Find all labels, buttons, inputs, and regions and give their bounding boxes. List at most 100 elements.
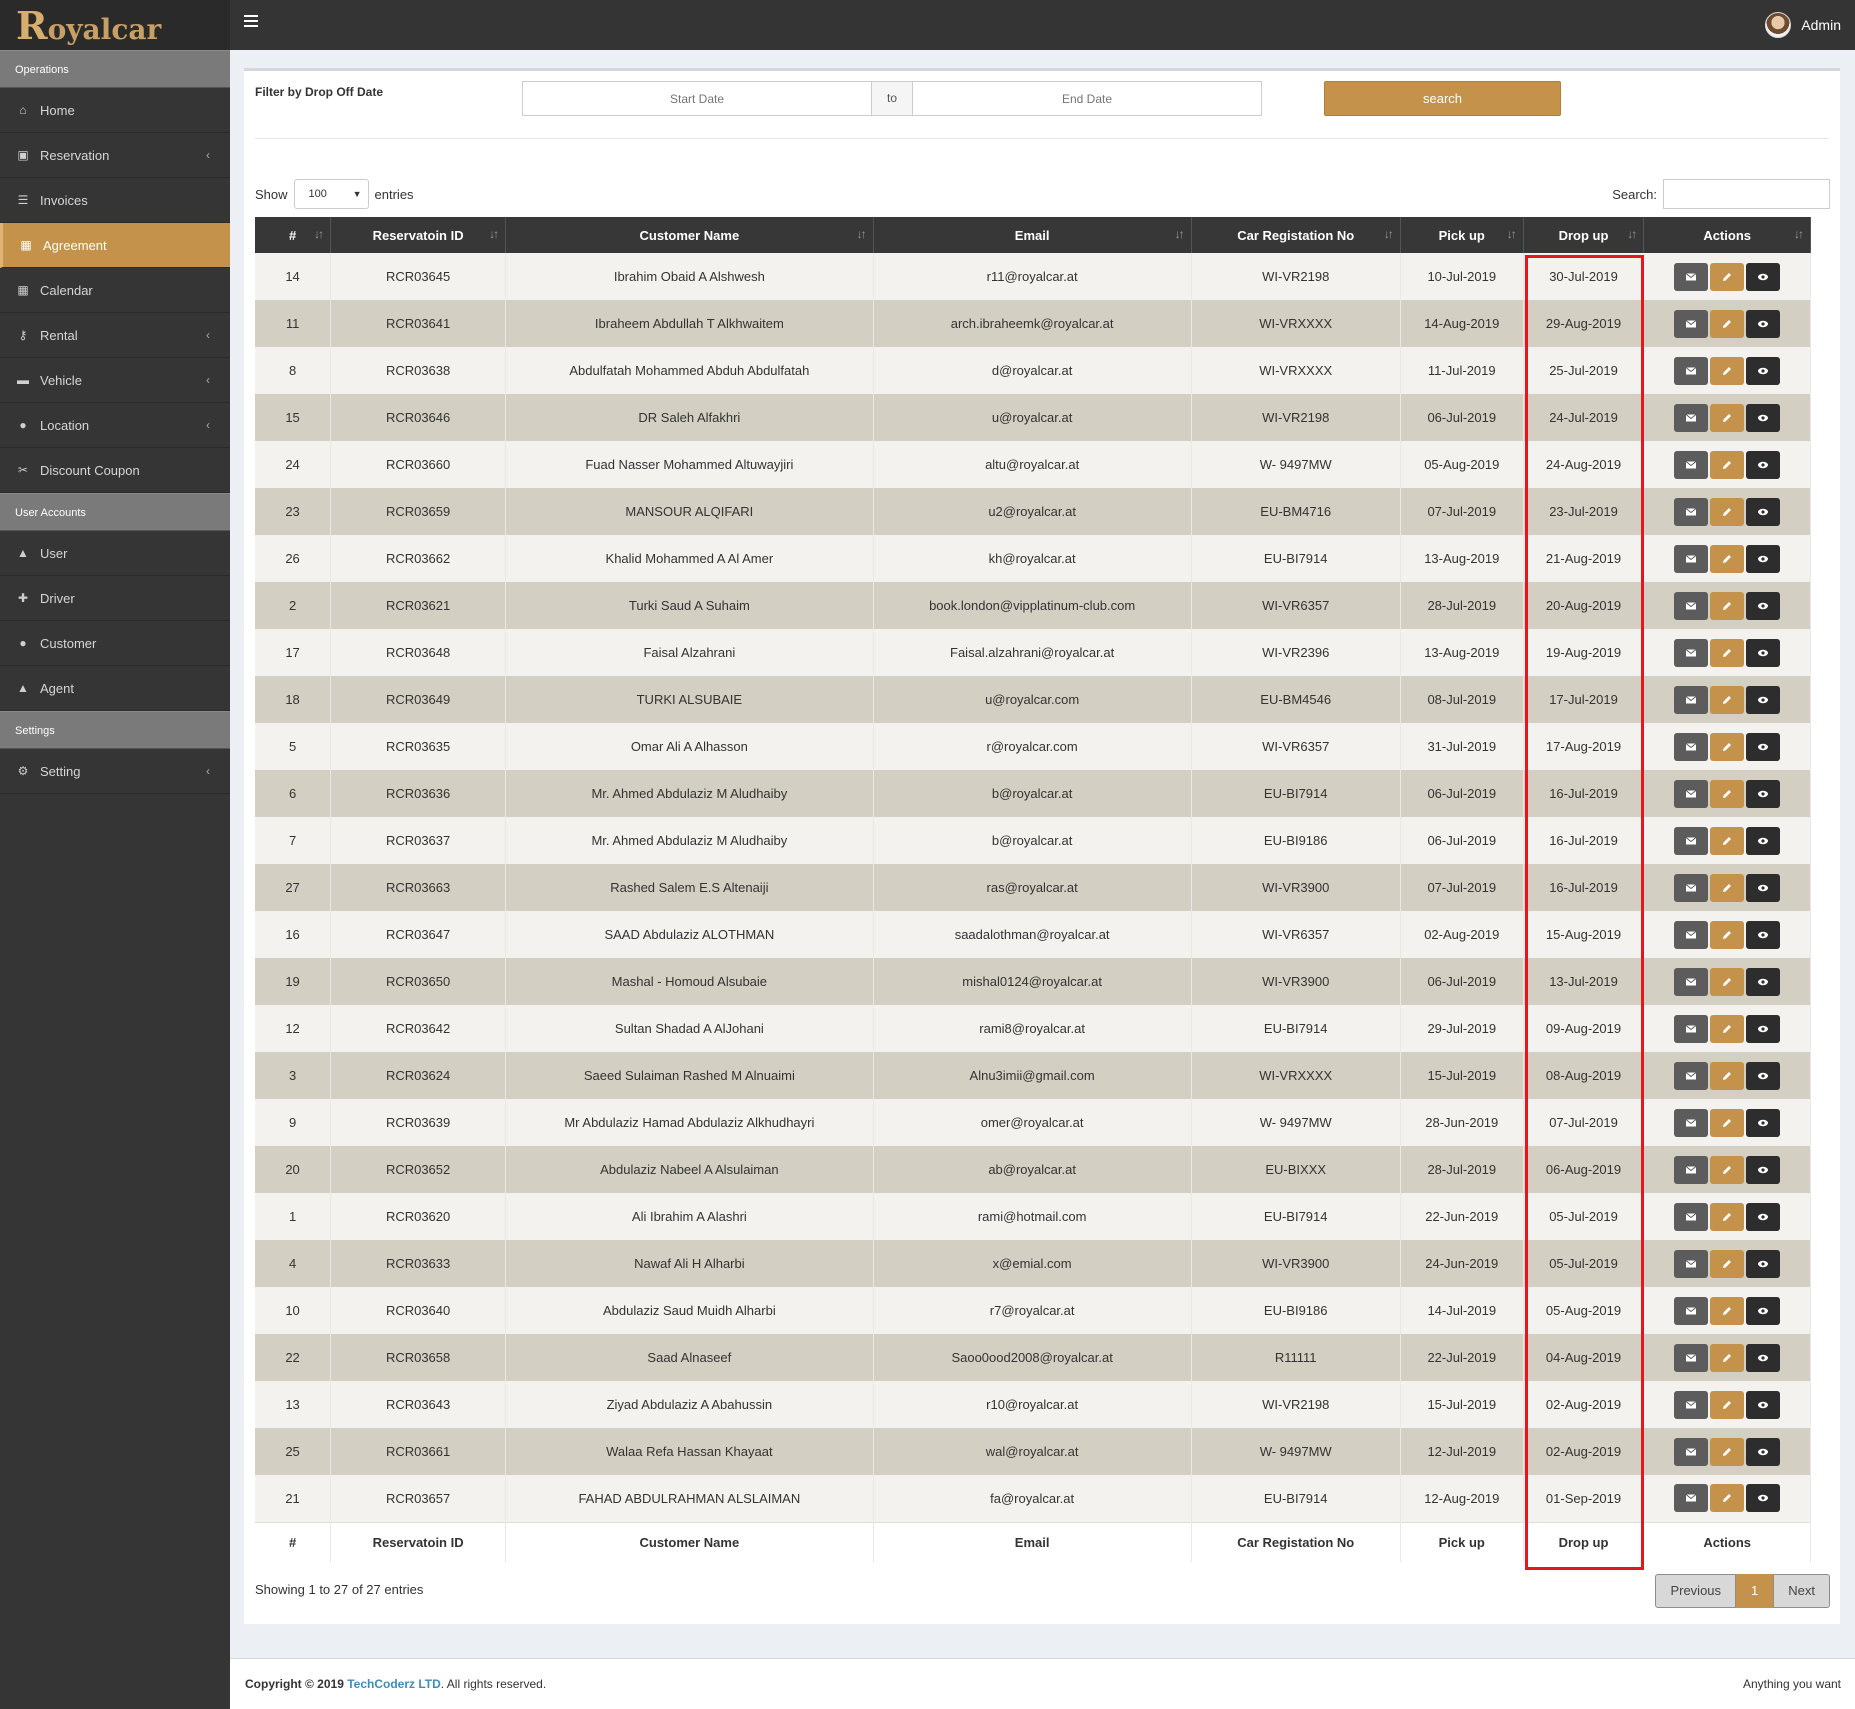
eye-icon[interactable] — [1746, 309, 1781, 338]
pencil-icon[interactable] — [1710, 544, 1745, 573]
sidebar-item-rental[interactable]: ⚷ Rental ‹ — [0, 313, 230, 358]
eye-icon[interactable] — [1746, 967, 1781, 996]
eye-icon[interactable] — [1746, 873, 1781, 902]
envelope-icon[interactable] — [1674, 1484, 1709, 1513]
pencil-icon[interactable] — [1710, 403, 1745, 432]
pencil-icon[interactable] — [1710, 1061, 1745, 1090]
envelope-icon[interactable] — [1674, 1249, 1709, 1278]
envelope-icon[interactable] — [1674, 920, 1709, 949]
pencil-icon[interactable] — [1710, 591, 1745, 620]
company-link[interactable]: TechCoderz LTD — [347, 1677, 441, 1691]
column-header[interactable]: Email ↓↑ — [873, 217, 1192, 253]
envelope-icon[interactable] — [1674, 403, 1709, 432]
pencil-icon[interactable] — [1710, 685, 1745, 714]
sidebar-item-user[interactable]: ▲ User — [0, 531, 230, 576]
pencil-icon[interactable] — [1710, 1202, 1745, 1231]
eye-icon[interactable] — [1746, 1437, 1781, 1466]
sidebar-item-calendar[interactable]: ▦ Calendar — [0, 268, 230, 313]
pencil-icon[interactable] — [1710, 826, 1745, 855]
envelope-icon[interactable] — [1674, 544, 1709, 573]
user-menu[interactable]: Admin — [1765, 12, 1841, 38]
pencil-icon[interactable] — [1710, 1390, 1745, 1419]
pencil-icon[interactable] — [1710, 967, 1745, 996]
column-header[interactable]: # ↓↑ — [255, 217, 332, 253]
pencil-icon[interactable] — [1710, 873, 1745, 902]
eye-icon[interactable] — [1746, 638, 1781, 667]
pencil-icon[interactable] — [1710, 1343, 1745, 1372]
envelope-icon[interactable] — [1674, 732, 1709, 761]
envelope-icon[interactable] — [1674, 497, 1709, 526]
eye-icon[interactable] — [1746, 826, 1781, 855]
column-header[interactable]: Reservatoin ID ↓↑ — [330, 217, 507, 253]
previous-button[interactable]: Previous — [1655, 1574, 1737, 1608]
eye-icon[interactable] — [1746, 1296, 1781, 1325]
column-header[interactable]: Drop up ↓↑ — [1523, 217, 1645, 253]
eye-icon[interactable] — [1746, 497, 1781, 526]
eye-icon[interactable] — [1746, 1484, 1781, 1513]
pencil-icon[interactable] — [1710, 920, 1745, 949]
pencil-icon[interactable] — [1710, 1484, 1745, 1513]
logo[interactable]: Royalcar — [0, 0, 230, 50]
column-header[interactable]: Customer Name ↓↑ — [505, 217, 874, 253]
eye-icon[interactable] — [1746, 1155, 1781, 1184]
envelope-icon[interactable] — [1674, 1437, 1709, 1466]
eye-icon[interactable] — [1746, 544, 1781, 573]
eye-icon[interactable] — [1746, 356, 1781, 385]
envelope-icon[interactable] — [1674, 1061, 1709, 1090]
eye-icon[interactable] — [1746, 685, 1781, 714]
eye-icon[interactable] — [1746, 1108, 1781, 1137]
envelope-icon[interactable] — [1674, 1155, 1709, 1184]
next-button[interactable]: Next — [1773, 1574, 1830, 1608]
sidebar-item-reservation[interactable]: ▣ Reservation ‹ — [0, 133, 230, 178]
eye-icon[interactable] — [1746, 1014, 1781, 1043]
entries-select[interactable]: 100 ▼ — [293, 179, 369, 209]
menu-toggle-icon[interactable] — [244, 15, 258, 29]
sidebar-item-home[interactable]: ⌂ Home — [0, 88, 230, 133]
envelope-icon[interactable] — [1674, 826, 1709, 855]
envelope-icon[interactable] — [1674, 1390, 1709, 1419]
sidebar-item-vehicle[interactable]: ▬ Vehicle ‹ — [0, 358, 230, 403]
sidebar-item-customer[interactable]: ● Customer — [0, 621, 230, 666]
pencil-icon[interactable] — [1710, 779, 1745, 808]
envelope-icon[interactable] — [1674, 591, 1709, 620]
pencil-icon[interactable] — [1710, 732, 1745, 761]
envelope-icon[interactable] — [1674, 1202, 1709, 1231]
sidebar-item-agent[interactable]: ▲ Agent — [0, 666, 230, 711]
eye-icon[interactable] — [1746, 262, 1781, 291]
eye-icon[interactable] — [1746, 450, 1781, 479]
eye-icon[interactable] — [1746, 1390, 1781, 1419]
table-search-input[interactable] — [1663, 179, 1830, 209]
envelope-icon[interactable] — [1674, 1108, 1709, 1137]
sidebar-item-discount-coupon[interactable]: ✂ Discount Coupon — [0, 448, 230, 493]
eye-icon[interactable] — [1746, 591, 1781, 620]
envelope-icon[interactable] — [1674, 450, 1709, 479]
envelope-icon[interactable] — [1674, 1343, 1709, 1372]
envelope-icon[interactable] — [1674, 1296, 1709, 1325]
eye-icon[interactable] — [1746, 1343, 1781, 1372]
eye-icon[interactable] — [1746, 1202, 1781, 1231]
search-button[interactable]: search — [1324, 81, 1561, 116]
envelope-icon[interactable] — [1674, 967, 1709, 996]
pencil-icon[interactable] — [1710, 1155, 1745, 1184]
pencil-icon[interactable] — [1710, 497, 1745, 526]
column-header[interactable]: Car Registation No ↓↑ — [1191, 217, 1401, 253]
eye-icon[interactable] — [1746, 1061, 1781, 1090]
eye-icon[interactable] — [1746, 1249, 1781, 1278]
pencil-icon[interactable] — [1710, 309, 1745, 338]
page-1-button[interactable]: 1 — [1736, 1574, 1774, 1608]
end-date-input[interactable] — [912, 81, 1262, 116]
pencil-icon[interactable] — [1710, 1108, 1745, 1137]
envelope-icon[interactable] — [1674, 779, 1709, 808]
pencil-icon[interactable] — [1710, 1296, 1745, 1325]
eye-icon[interactable] — [1746, 403, 1781, 432]
column-header[interactable]: Pick up ↓↑ — [1400, 217, 1524, 253]
sidebar-item-location[interactable]: ● Location ‹ — [0, 403, 230, 448]
pencil-icon[interactable] — [1710, 262, 1745, 291]
pencil-icon[interactable] — [1710, 1249, 1745, 1278]
sidebar-item-setting[interactable]: ⚙ Setting ‹ — [0, 749, 230, 794]
eye-icon[interactable] — [1746, 920, 1781, 949]
sidebar-item-driver[interactable]: ✚ Driver — [0, 576, 230, 621]
envelope-icon[interactable] — [1674, 1014, 1709, 1043]
pencil-icon[interactable] — [1710, 356, 1745, 385]
column-header[interactable]: Actions ↓↑ — [1643, 217, 1811, 253]
